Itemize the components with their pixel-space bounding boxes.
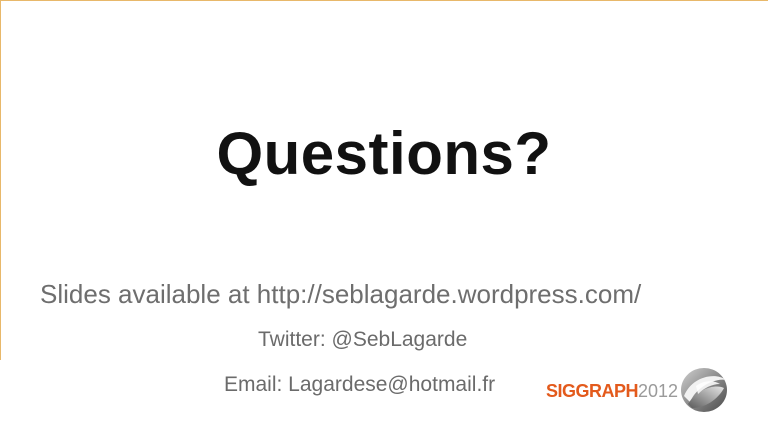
twitter-handle-text: Twitter: @SebLagarde	[258, 328, 468, 351]
slides-url-text: Slides available at http://seblagarde.wo…	[40, 279, 642, 309]
presentation-slide: Questions? Slides available at http://se…	[0, 0, 768, 432]
siggraph-logo-word: SIGGRAPH	[546, 381, 639, 401]
email-address-text: Email: Lagardese@hotmail.fr	[224, 373, 496, 396]
siggraph-logo-text: SIGGRAPH2012	[546, 380, 678, 402]
siggraph-2012-logo: SIGGRAPH2012	[544, 364, 734, 416]
slide-title: Questions?	[216, 120, 552, 187]
slide-top-border	[0, 0, 768, 1]
siggraph-logo-year: 2012	[638, 381, 679, 401]
siggraph-swirl-icon	[681, 368, 727, 412]
